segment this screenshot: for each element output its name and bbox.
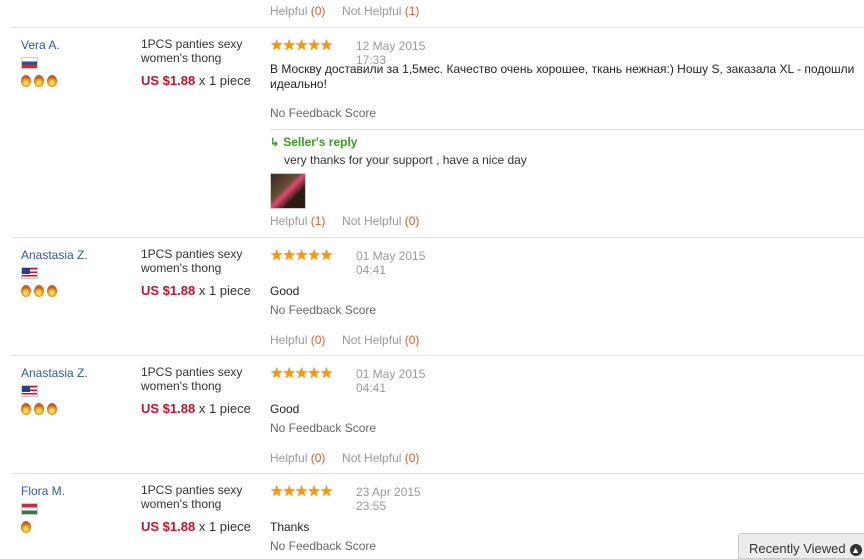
russia-flag-icon (21, 57, 38, 69)
product-price: US $1.88 (141, 519, 196, 534)
product-price: US $1.88 (141, 401, 196, 416)
product-info: 1PCS panties sexy women's thong US $1.88… (141, 483, 253, 534)
helpful-button[interactable]: Helpful (0) (270, 4, 325, 18)
buyer-name-link[interactable]: Vera A. (21, 38, 131, 54)
buyer-level-medals (21, 521, 131, 533)
medal-icon (47, 403, 57, 415)
product-title[interactable]: 1PCS panties sexy women's thong (141, 247, 253, 277)
not-helpful-button[interactable]: Not Helpful (1) (342, 4, 419, 18)
product-quantity: x 1 piece (198, 283, 251, 298)
rating-stars-icon: ★★★★★ (270, 365, 333, 382)
reply-arrow-icon: ↳ (270, 137, 280, 149)
buyer-level-medals (21, 75, 131, 87)
product-title[interactable]: 1PCS panties sexy women's thong (141, 365, 253, 395)
product-price: US $1.88 (141, 283, 196, 298)
helpful-bar: Helpful (0) Not Helpful (0) (270, 333, 419, 347)
not-helpful-button[interactable]: Not Helpful (0) (342, 333, 419, 347)
helpful-button[interactable]: Helpful (0) (270, 451, 325, 465)
review-text: В Москву доставили за 1,5мес. Качество о… (270, 62, 855, 91)
review-text: Good (270, 284, 300, 298)
product-quantity: x 1 piece (198, 401, 251, 416)
recently-viewed-label: Recently Viewed (749, 541, 846, 556)
buyer-level-medals (21, 285, 131, 297)
buyer-info: Anastasia Z. (21, 248, 131, 297)
review-date: 01 May 2015 04:41 (356, 249, 426, 277)
helpful-bar: Helpful (1) Not Helpful (0) (270, 214, 419, 228)
recently-viewed-button[interactable]: Recently Viewed ▲ (738, 533, 864, 559)
product-price: US $1.88 (141, 73, 196, 88)
hungary-flag-icon (21, 503, 38, 515)
not-helpful-button[interactable]: Not Helpful (0) (342, 214, 419, 228)
product-info: 1PCS panties sexy women's thong US $1.88… (141, 37, 253, 88)
product-title[interactable]: 1PCS panties sexy women's thong (141, 37, 253, 67)
buyer-info: Vera A. (21, 38, 131, 87)
review-text: Thanks (270, 520, 310, 534)
helpful-button[interactable]: Helpful (0) (270, 333, 325, 347)
feedback-score: No Feedback Score (270, 303, 377, 317)
feedback-score: No Feedback Score (270, 421, 377, 435)
review-item: Vera A. 1PCS panties sexy women's thong … (12, 27, 864, 238)
product-info: 1PCS panties sexy women's thong US $1.88… (141, 247, 253, 298)
medal-icon (21, 285, 31, 297)
helpful-bar: Helpful (0) Not Helpful (1) (270, 4, 419, 18)
feedback-score: No Feedback Score (270, 539, 377, 553)
rating-stars-icon: ★★★★★ (270, 37, 333, 54)
rating-stars-icon: ★★★★★ (270, 247, 333, 264)
review-text: Good (270, 402, 300, 416)
review-item: Anastasia Z. 1PCS panties sexy women's t… (12, 237, 864, 356)
buyer-name-link[interactable]: Flora M. (21, 484, 131, 500)
medal-icon (47, 285, 57, 297)
product-info: 1PCS panties sexy women's thong US $1.88… (141, 365, 253, 416)
medal-icon (21, 75, 31, 87)
not-helpful-button[interactable]: Not Helpful (0) (342, 451, 419, 465)
review-photo-thumbnail[interactable] (270, 173, 306, 209)
feedback-score: No Feedback Score (270, 106, 377, 120)
buyer-info: Flora M. (21, 484, 131, 533)
buyer-name-link[interactable]: Anastasia Z. (21, 366, 131, 382)
chevron-up-icon: ▲ (849, 543, 862, 556)
medal-icon (47, 75, 57, 87)
medal-icon (34, 75, 44, 87)
review-date: 23 Apr 2015 23:55 (356, 485, 421, 513)
review-item: Anastasia Z. 1PCS panties sexy women's t… (12, 355, 864, 474)
helpful-bar: Helpful (0) Not Helpful (0) (270, 451, 419, 465)
rating-stars-icon: ★★★★★ (270, 483, 333, 500)
medal-icon (21, 403, 31, 415)
seller-reply: ↳ Seller's reply very thanks for your sup… (270, 129, 864, 209)
usa-flag-icon (21, 267, 38, 279)
seller-reply-text: very thanks for your support , have a ni… (284, 153, 527, 167)
medal-icon (21, 521, 31, 533)
medal-icon (34, 285, 44, 297)
helpful-button[interactable]: Helpful (1) (270, 214, 325, 228)
product-quantity: x 1 piece (198, 519, 251, 534)
usa-flag-icon (21, 385, 38, 397)
seller-reply-title: Seller's reply (283, 135, 358, 149)
product-title[interactable]: 1PCS panties sexy women's thong (141, 483, 253, 513)
review-date: 01 May 2015 04:41 (356, 367, 426, 395)
buyer-info: Anastasia Z. (21, 366, 131, 415)
medal-icon (34, 403, 44, 415)
product-quantity: x 1 piece (198, 73, 251, 88)
buyer-name-link[interactable]: Anastasia Z. (21, 248, 131, 264)
buyer-level-medals (21, 403, 131, 415)
review-item: Flora M. 1PCS panties sexy women's thong… (12, 473, 864, 554)
